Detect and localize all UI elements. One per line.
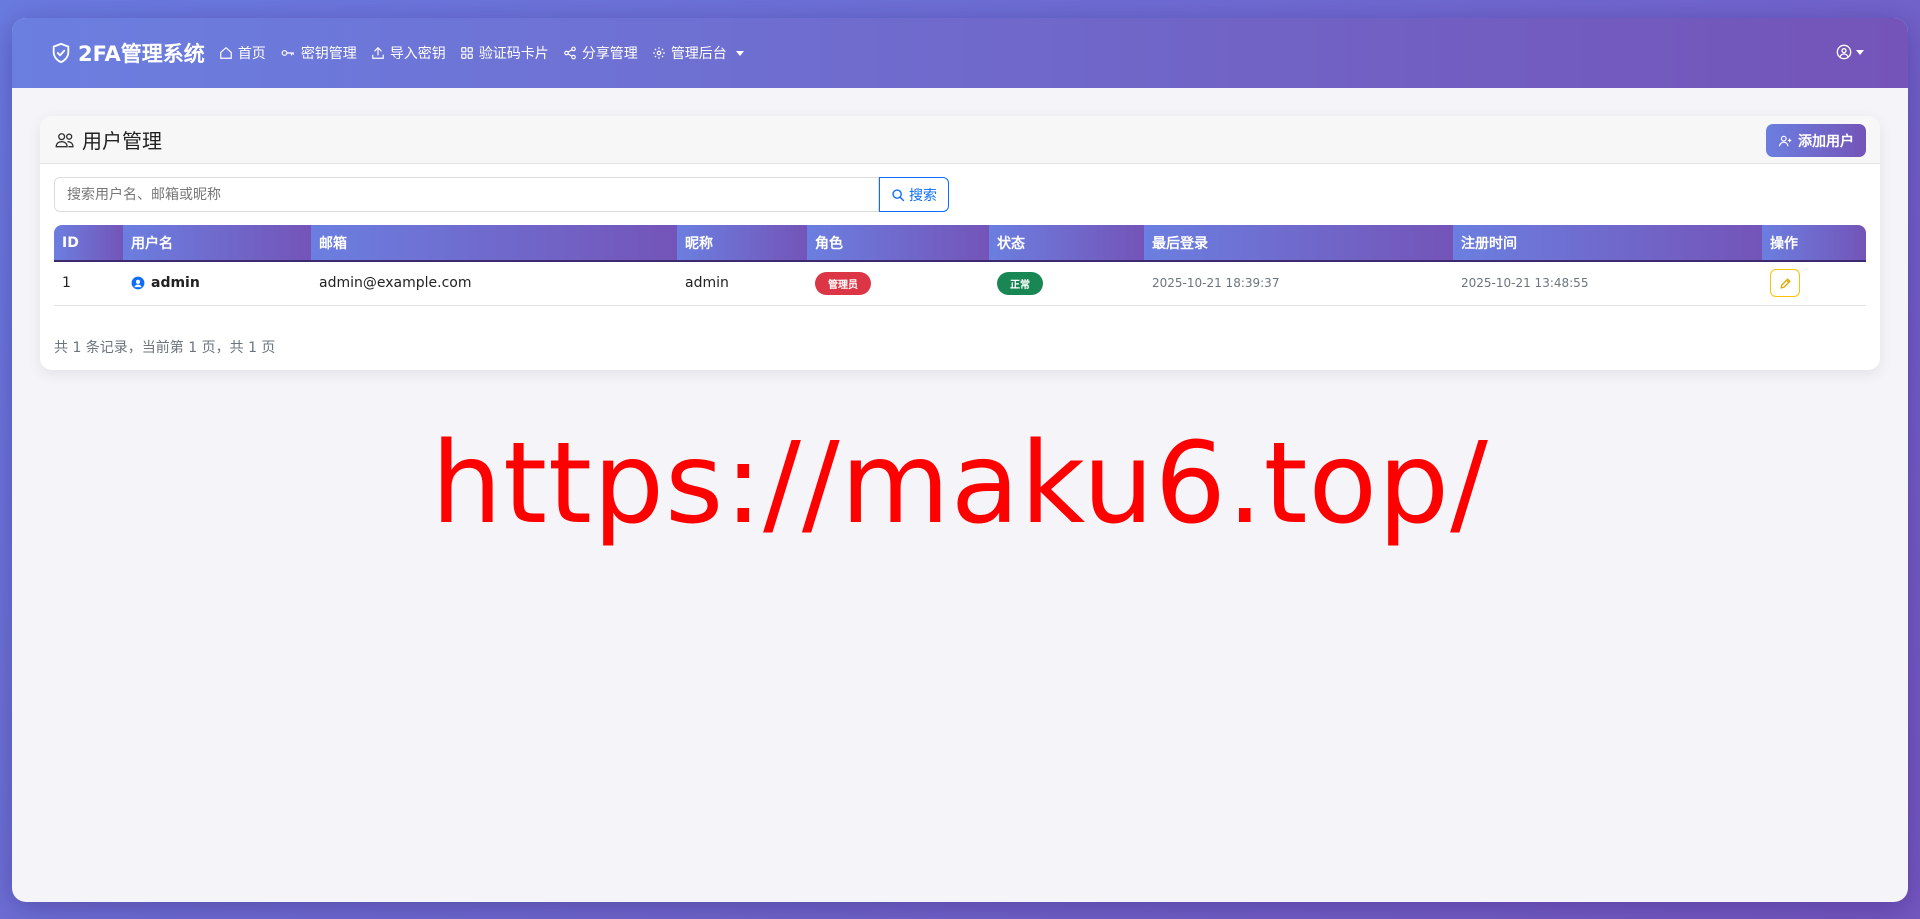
nav-label: 首页 — [237, 46, 266, 62]
user-menu-dropdown[interactable] — [1836, 44, 1864, 60]
cell-username: admin — [123, 261, 311, 306]
cell-id: 1 — [54, 261, 123, 306]
cell-nickname: admin — [677, 261, 807, 306]
status-badge: 正常 — [997, 271, 1043, 295]
brand-title: 2FA管理系统 — [78, 42, 205, 66]
gear-icon — [652, 47, 665, 59]
nav-label: 分享管理 — [581, 46, 638, 62]
search-icon — [892, 188, 905, 201]
nav-item-admin-dropdown[interactable]: 管理后台 — [652, 43, 744, 63]
column-header-id[interactable]: ID — [54, 225, 123, 262]
nav-item-keys[interactable]: 密钥管理 — [280, 43, 357, 63]
nav-label: 导入密钥 — [389, 46, 446, 62]
add-user-label: 添加用户 — [1798, 133, 1854, 150]
cell-actions — [1762, 261, 1866, 306]
search-button[interactable]: 搜索 — [879, 177, 949, 212]
user-management-card: 用户管理 添加用户 搜索 ID 用户名 邮箱 昵称 角色 状态 — [40, 116, 1880, 370]
nav-label: 验证码卡片 — [478, 46, 549, 62]
search-input[interactable] — [54, 177, 879, 212]
share-icon — [563, 46, 576, 60]
nav-item-share[interactable]: 分享管理 — [563, 43, 638, 63]
nav-item-import[interactable]: 导入密钥 — [371, 43, 446, 63]
table-row: 1 admin admin@example.com admin 管理员 正常 2… — [54, 261, 1866, 306]
card-header: 用户管理 添加用户 — [40, 116, 1880, 164]
nav-label: 密钥管理 — [300, 46, 357, 62]
nav-item-cards[interactable]: 验证码卡片 — [460, 43, 549, 63]
search-bar: 搜索 — [54, 177, 949, 212]
chevron-down-icon — [1856, 49, 1864, 55]
column-header-nickname[interactable]: 昵称 — [677, 225, 807, 262]
cell-registered: 2025-10-21 13:48:55 — [1453, 261, 1762, 306]
person-circle-icon — [1836, 44, 1852, 60]
chevron-down-icon — [735, 50, 744, 56]
cell-role: 管理员 — [807, 261, 989, 306]
users-table: ID 用户名 邮箱 昵称 角色 状态 最后登录 注册时间 操作 1 admin … — [54, 225, 1866, 306]
table-header-row: ID 用户名 邮箱 昵称 角色 状态 最后登录 注册时间 操作 — [54, 225, 1866, 262]
username-text: admin — [151, 275, 200, 292]
watermark-text: https://maku6.top/ — [431, 419, 1489, 549]
column-header-role[interactable]: 角色 — [807, 225, 989, 262]
column-header-email[interactable]: 邮箱 — [311, 225, 677, 262]
people-icon — [55, 132, 74, 147]
house-icon — [219, 46, 232, 59]
person-plus-icon — [1779, 135, 1792, 146]
pagination-info: 共 1 条记录，当前第 1 页，共 1 页 — [54, 340, 276, 356]
edit-user-button[interactable] — [1770, 269, 1800, 298]
person-circle-icon — [131, 276, 145, 290]
nav-label: 管理后台 — [670, 46, 727, 62]
column-header-registered[interactable]: 注册时间 — [1453, 225, 1762, 262]
pencil-icon — [1779, 277, 1791, 289]
brand[interactable]: 2FA管理系统 — [50, 38, 205, 68]
nav-item-home[interactable]: 首页 — [219, 43, 266, 63]
shield-check-icon — [52, 42, 70, 64]
page-title: 用户管理 — [82, 129, 162, 153]
upload-icon — [371, 46, 384, 59]
top-navbar: 2FA管理系统 首页 密钥管理 导入密钥 验证码卡片 分享管理 管理后台 — [12, 18, 1908, 88]
column-header-actions: 操作 — [1762, 225, 1866, 262]
column-header-status[interactable]: 状态 — [989, 225, 1144, 262]
grid-icon — [460, 47, 473, 59]
column-header-username[interactable]: 用户名 — [123, 225, 311, 262]
cell-last-login: 2025-10-21 18:39:37 — [1144, 261, 1453, 306]
role-badge: 管理员 — [815, 271, 871, 295]
cell-status: 正常 — [989, 261, 1144, 306]
column-header-last-login[interactable]: 最后登录 — [1144, 225, 1453, 262]
key-icon — [281, 50, 294, 56]
cell-email: admin@example.com — [311, 261, 677, 306]
add-user-button[interactable]: 添加用户 — [1766, 124, 1866, 157]
search-button-label: 搜索 — [909, 187, 937, 204]
